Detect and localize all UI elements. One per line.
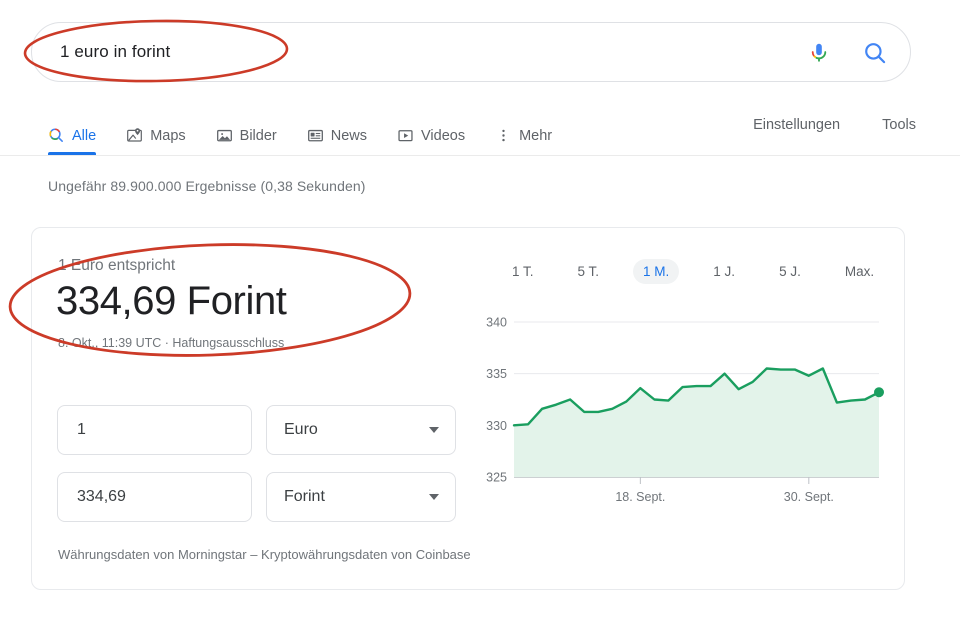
map-pin-icon	[126, 127, 143, 144]
chart-area-fill	[514, 368, 879, 477]
search-input[interactable]	[58, 37, 758, 67]
amount-to-field[interactable]	[57, 472, 252, 522]
tab-videos[interactable]: Videos	[397, 108, 465, 154]
chart-plot: 325 330 335 340 18. Sept. 30. Sept.	[486, 316, 884, 504]
tab-label: Mehr	[519, 127, 553, 144]
amount-from-input[interactable]	[75, 420, 205, 440]
card-footer-attribution: Währungsdaten von Morningstar – Kryptowä…	[58, 547, 471, 562]
tab-label: Videos	[421, 127, 466, 144]
currency-to-select[interactable]: Forint	[266, 472, 456, 522]
chevron-down-icon	[429, 494, 439, 500]
currency-to-label: Forint	[284, 488, 325, 505]
google-search-results-page: Alle Maps	[0, 0, 960, 619]
news-icon	[307, 127, 324, 144]
chart-x-tick-label: 18. Sept.	[615, 490, 665, 504]
currency-from-select[interactable]: Euro	[266, 405, 456, 455]
range-1-monat[interactable]: 1 M.	[633, 258, 680, 284]
tab-label: Alle	[72, 127, 97, 144]
tabs-right-group: Einstellungen Tools	[711, 108, 960, 133]
tab-mehr[interactable]: Mehr	[495, 108, 552, 154]
tab-alle[interactable]: Alle	[48, 108, 97, 155]
tabs-divider	[0, 155, 960, 156]
conversion-meta: 8. Okt., 11:39 UTC · Haftungsausschluss	[58, 336, 285, 350]
currency-converter-card: 1 Euro entspricht 334,69 Forint 8. Okt.,…	[31, 227, 905, 590]
chart-last-point-marker	[874, 387, 884, 398]
search-icon	[48, 127, 65, 144]
chart-y-tick-label: 330	[486, 419, 507, 433]
conversion-label: 1 Euro entspricht	[58, 257, 176, 274]
search-result-tabs: Alle Maps Bilder News Videos Mehr Einste…	[0, 108, 960, 156]
tab-bilder[interactable]: Bilder	[216, 108, 277, 154]
currency-from-label: Euro	[284, 421, 318, 438]
tab-label: Maps	[150, 127, 186, 144]
tab-label: News	[330, 127, 367, 144]
settings-button[interactable]: Einstellungen	[753, 117, 840, 133]
range-5-jahre[interactable]: 5 J.	[769, 259, 811, 284]
range-5-tage[interactable]: 5 T.	[568, 259, 610, 284]
chart-y-tick-label: 335	[486, 367, 507, 381]
tab-maps[interactable]: Maps	[126, 108, 186, 154]
chart-y-tick-label: 340	[486, 316, 507, 330]
search-bar-icons	[806, 23, 888, 83]
video-icon	[397, 127, 414, 144]
more-vertical-icon	[495, 127, 512, 144]
chart-y-tick-label: 325	[486, 471, 507, 485]
amount-from-field[interactable]	[57, 405, 252, 455]
search-bar[interactable]	[31, 22, 911, 82]
range-max[interactable]: Max.	[835, 259, 884, 284]
results-count: Ungefähr 89.900.000 Ergebnisse (0,38 Sek…	[48, 178, 366, 194]
exchange-rate-chart: 1 T. 5 T. 1 M. 1 J. 5 J. Max. 325 330 335 3…	[472, 256, 887, 526]
tools-button[interactable]: Tools	[882, 117, 916, 133]
chart-range-selector: 1 T. 5 T. 1 M. 1 J. 5 J. Max.	[502, 256, 922, 286]
range-1-tag[interactable]: 1 T.	[502, 259, 544, 284]
tab-label: Bilder	[239, 127, 277, 144]
amount-to-input[interactable]	[75, 487, 205, 507]
microphone-icon[interactable]	[806, 40, 832, 66]
conversion-value: 334,69 Forint	[56, 279, 287, 323]
chart-x-tick-label: 30. Sept.	[784, 490, 834, 504]
search-icon[interactable]	[862, 40, 888, 66]
tab-news[interactable]: News	[307, 108, 367, 154]
range-1-jahr[interactable]: 1 J.	[703, 259, 745, 284]
image-icon	[216, 127, 233, 144]
chevron-down-icon	[429, 427, 439, 433]
